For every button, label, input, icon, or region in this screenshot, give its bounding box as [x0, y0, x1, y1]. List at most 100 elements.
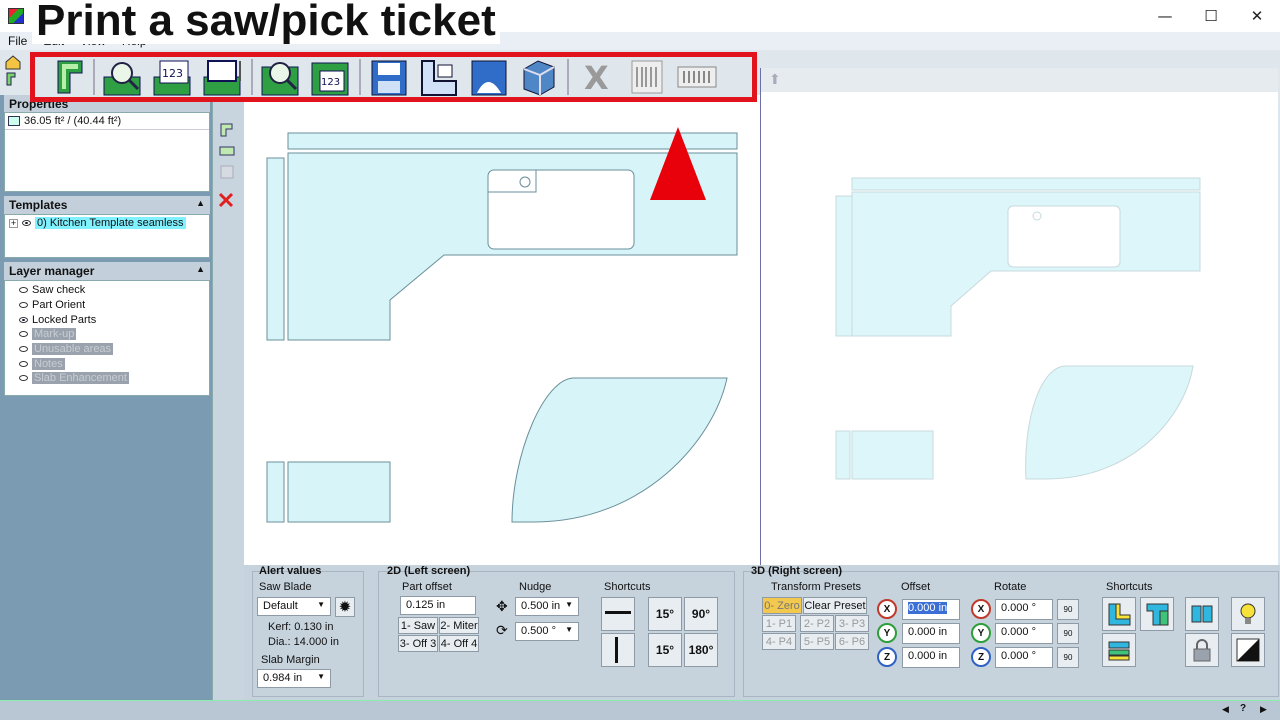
layer-item[interactable]: Notes [5, 356, 209, 371]
split-view-icon[interactable] [1185, 597, 1219, 631]
numbers-icon[interactable]: 123 [151, 57, 195, 97]
contrast-icon[interactable] [1231, 633, 1265, 667]
x-axis-icon: X [877, 599, 897, 619]
eye-closed-icon[interactable] [19, 375, 28, 382]
rotate-y-90-button[interactable]: 90 [1057, 623, 1079, 644]
up-arrow-icon[interactable]: ⬆ [769, 71, 781, 88]
move-icon: ✥ [496, 598, 508, 614]
preset-p4-button[interactable]: 4- P4 [762, 633, 796, 650]
saw-blade-select[interactable]: Default ▼ [257, 597, 331, 616]
slab-margin-select[interactable]: 0.984 in ▼ [257, 669, 331, 688]
close-button[interactable]: ✕ [1234, 0, 1280, 32]
preset-p3-button[interactable]: 3- P3 [835, 615, 869, 632]
x-axis-icon: X [971, 599, 991, 619]
rotate-15-cw-button[interactable]: 15° [648, 597, 682, 631]
vertical-line-icon[interactable] [601, 633, 635, 667]
l-shape-view-icon[interactable] [1102, 597, 1136, 631]
layer-item[interactable]: Locked Parts [5, 312, 209, 327]
offset-y-field[interactable]: 0.000 in [902, 623, 960, 644]
rotate-y-field[interactable]: 0.000 ° [995, 623, 1053, 644]
save-icon[interactable] [367, 57, 411, 97]
rectangle-tool-icon[interactable] [219, 144, 235, 161]
layer-manager-header[interactable]: Layer manager ▲ [4, 262, 210, 280]
home-icon[interactable] [4, 54, 24, 70]
part-offset-field[interactable]: 0.125 in [400, 596, 476, 615]
maximize-button[interactable]: ☐ [1188, 0, 1234, 32]
horizontal-line-icon[interactable] [601, 597, 635, 631]
chevron-down-icon[interactable]: ▼ [565, 600, 573, 613]
templates-header[interactable]: Templates ▲ [4, 196, 210, 214]
layer-item[interactable]: Saw check [5, 283, 209, 298]
cube-icon[interactable] [517, 57, 561, 97]
eye-icon[interactable] [19, 316, 28, 323]
template-numbers-icon[interactable]: 123 [309, 57, 353, 97]
left-2d-title: 2D (Left screen) [387, 565, 471, 577]
lightbulb-icon[interactable] [1231, 597, 1265, 631]
preset-p5-button[interactable]: 5- P5 [800, 633, 834, 650]
eye-closed-icon[interactable] [19, 331, 28, 338]
clear-preset-button[interactable]: Clear Preset [803, 597, 867, 614]
toolbar-separator [567, 59, 569, 95]
zoom-icon[interactable] [101, 57, 145, 97]
collapse-icon[interactable]: ▲ [196, 198, 205, 208]
nudge-move-field[interactable]: 0.500 in ▼ [515, 597, 579, 616]
eye-closed-icon[interactable] [19, 287, 28, 294]
corner-view-icon[interactable] [1140, 597, 1174, 631]
rotate-90-button[interactable]: 90° [684, 597, 718, 631]
template-item[interactable]: 0) Kitchen Template seamless [35, 217, 186, 229]
chevron-right-icon[interactable]: ▶ [1260, 704, 1267, 715]
eye-closed-icon[interactable] [19, 302, 28, 309]
kerf-value: Kerf: 0.130 in [268, 621, 334, 633]
preset-p1-button[interactable]: 1- P1 [762, 615, 796, 632]
expand-icon[interactable]: + [9, 218, 18, 228]
layer-item[interactable]: Slab Enhancement [5, 371, 209, 386]
rotate-180-button[interactable]: 180° [684, 633, 718, 667]
layer-manager-panel: Saw check Part Orient Locked Parts Mark-… [4, 280, 210, 396]
preset-p6-button[interactable]: 6- P6 [835, 633, 869, 650]
layout-icon[interactable] [417, 57, 461, 97]
zoom-template-icon[interactable] [259, 57, 303, 97]
eye-icon[interactable] [22, 220, 31, 226]
right-canvas-3d[interactable] [760, 68, 1278, 565]
nudge-rotate-field[interactable]: 0.500 ° ▼ [515, 622, 579, 641]
layer-item[interactable]: Unusable areas [5, 342, 209, 357]
rotate-x-field[interactable]: 0.000 ° [995, 599, 1053, 620]
offset-x-field[interactable]: 0.000 in [902, 599, 960, 620]
off3-button[interactable]: 3- Off 3 [398, 635, 438, 652]
zero-preset-button[interactable]: 0- Zero [762, 597, 802, 614]
y-axis-icon: Y [971, 623, 991, 643]
gear-icon[interactable]: ✹ [335, 597, 355, 617]
slab-icon[interactable] [467, 57, 511, 97]
barcode-icon[interactable] [625, 57, 669, 97]
chevron-down-icon[interactable]: ▼ [565, 625, 573, 638]
off4-button[interactable]: 4- Off 4 [439, 635, 479, 652]
rotate-z-field[interactable]: 0.000 ° [995, 647, 1053, 668]
barcode-horizontal-icon[interactable] [675, 57, 719, 97]
rotate-z-90-button[interactable]: 90 [1057, 647, 1079, 668]
layer-item[interactable]: Mark-up [5, 327, 209, 342]
offset-z-field[interactable]: 0.000 in [902, 647, 960, 668]
minimize-button[interactable]: — [1142, 0, 1188, 32]
x-icon[interactable]: X [575, 57, 619, 97]
delete-icon[interactable] [218, 192, 234, 211]
rotate-15-ccw-button[interactable]: 15° [648, 633, 682, 667]
rotate-icon: ⟳ [496, 622, 508, 638]
part-layout-icon[interactable] [43, 57, 87, 97]
miter-button[interactable]: 2- Miter [439, 617, 479, 634]
monitor-icon[interactable] [201, 57, 245, 97]
collapse-icon[interactable]: ▲ [196, 264, 205, 274]
part-tool-icon[interactable] [219, 122, 235, 141]
help-icon[interactable]: ? [1240, 703, 1246, 714]
chevron-left-icon[interactable]: ◀ [1222, 704, 1229, 715]
preset-p2-button[interactable]: 2- P2 [800, 615, 834, 632]
rotate-x-90-button[interactable]: 90 [1057, 599, 1079, 620]
lock-icon[interactable] [1185, 633, 1219, 667]
stack-view-icon[interactable] [1102, 633, 1136, 667]
offset-label: Offset [901, 581, 931, 593]
layer-item[interactable]: Part Orient [5, 298, 209, 313]
saw-button[interactable]: 1- Saw [398, 617, 438, 634]
eye-closed-icon[interactable] [19, 346, 28, 353]
menu-file[interactable]: File [0, 32, 35, 50]
eye-closed-icon[interactable] [19, 360, 28, 367]
part-orient-icon[interactable] [6, 72, 24, 88]
